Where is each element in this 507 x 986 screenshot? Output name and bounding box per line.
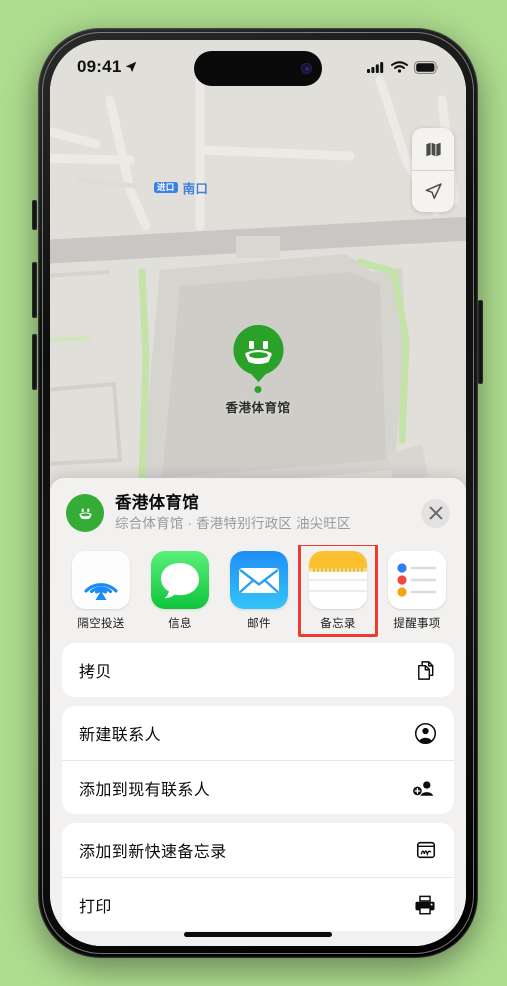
share-app-label: 提醒事项 — [393, 618, 441, 630]
action-group: 添加到新快速备忘录 打印 — [62, 823, 454, 931]
action-row-add-existing-contact[interactable]: 添加到现有联系人 — [62, 760, 454, 814]
share-app-airdrop[interactable]: 隔空投送 — [70, 551, 132, 631]
action-label: 拷贝 — [79, 664, 112, 681]
status-time-group: 09:41 — [77, 57, 138, 77]
share-app-messages[interactable]: 信息 — [149, 551, 211, 631]
cellular-signal-icon — [367, 62, 384, 73]
map-entrance-badge: 进口 — [154, 181, 178, 194]
map-controls-panel — [412, 128, 454, 212]
status-indicators — [367, 60, 439, 74]
map-label-text: 南口 — [182, 182, 209, 196]
action-group: 拷贝 — [62, 643, 454, 697]
printer-icon — [413, 894, 437, 916]
map-pin-label: 香港体育馆 — [225, 401, 291, 415]
front-camera-icon — [301, 63, 312, 74]
place-title: 香港体育馆 — [115, 494, 199, 512]
action-group: 新建联系人 添加到现有联系人 — [62, 706, 454, 814]
map-pin[interactable]: 香港体育馆 — [225, 322, 290, 416]
quick-note-icon — [415, 839, 437, 861]
silence-switch[interactable] — [32, 200, 37, 230]
power-button[interactable] — [478, 300, 483, 384]
person-badge-plus-icon — [412, 776, 437, 799]
action-row-copy[interactable]: 拷贝 — [62, 643, 454, 697]
reminders-icon — [388, 551, 446, 609]
share-app-mail[interactable]: 邮件 — [228, 551, 290, 631]
share-app-reminders[interactable]: 提醒事项 — [386, 551, 448, 631]
place-text-block: 香港体育馆 综合体育馆 · 香港特别行政区 油尖旺区 — [115, 494, 410, 532]
messages-icon — [151, 551, 209, 609]
airdrop-icon — [72, 551, 130, 609]
map-poi-label: 进口 南口 — [154, 178, 208, 197]
mail-icon — [230, 551, 288, 609]
share-app-label: 邮件 — [247, 618, 271, 630]
share-app-label: 信息 — [168, 618, 192, 630]
stadium-pin-icon — [232, 325, 283, 382]
action-label: 添加到现有联系人 — [79, 781, 211, 799]
share-apps-row[interactable]: 隔空投送 信息 邮件 备忘录 提醒事项 — [50, 545, 466, 641]
action-label: 打印 — [79, 898, 112, 916]
close-button[interactable] — [421, 498, 450, 528]
share-sheet: 香港体育馆 综合体育馆 · 香港特别行政区 油尖旺区 隔空投送 信息 邮件 备忘… — [50, 478, 466, 946]
map-layers-button[interactable] — [412, 128, 454, 170]
share-action-list: 拷贝 新建联系人 添加到现有联系人 添加到新快速备忘录 打印 — [50, 641, 466, 931]
stadium-icon — [78, 508, 92, 519]
phone-screen: 进口 南口 香港体育馆 09:41 香港体育馆 综合体育馆 · 香港特别行政区 … — [50, 40, 466, 946]
action-row-print[interactable]: 打印 — [62, 877, 454, 931]
volume-up-button[interactable] — [32, 262, 37, 318]
dynamic-island — [194, 51, 322, 86]
volume-down-button[interactable] — [32, 334, 37, 390]
place-subtitle: 综合体育馆 · 香港特别行政区 油尖旺区 — [115, 515, 351, 531]
map-pin-anchor-dot — [254, 386, 262, 393]
home-indicator[interactable] — [184, 931, 332, 937]
action-row-new-quick-note[interactable]: 添加到新快速备忘录 — [62, 823, 454, 877]
share-app-label: 隔空投送 — [77, 618, 125, 630]
share-app-notes[interactable]: 备忘录 — [298, 545, 378, 637]
share-app-label: 备忘录 — [320, 618, 356, 630]
close-icon — [429, 506, 442, 520]
map-pin-shape — [227, 322, 289, 384]
person-circle-icon — [414, 722, 437, 745]
locate-me-button[interactable] — [412, 170, 454, 212]
action-label: 新建联系人 — [79, 727, 162, 744]
location-arrow-icon — [126, 61, 137, 73]
action-label: 添加到新快速备忘录 — [79, 844, 227, 861]
battery-full-icon — [414, 60, 439, 74]
map-layers-icon — [425, 142, 441, 156]
action-row-new-contact[interactable]: 新建联系人 — [62, 706, 454, 760]
wifi-icon — [391, 61, 408, 73]
copy-doc-icon — [414, 659, 437, 682]
notes-icon — [309, 551, 367, 609]
phone-device-frame: 进口 南口 香港体育馆 09:41 香港体育馆 综合体育馆 · 香港特别行政区 … — [38, 28, 478, 958]
status-time: 09:41 — [77, 57, 122, 76]
location-arrow-icon — [425, 183, 442, 199]
share-sheet-header: 香港体育馆 综合体育馆 · 香港特别行政区 油尖旺区 — [50, 478, 466, 545]
place-avatar — [66, 494, 104, 532]
